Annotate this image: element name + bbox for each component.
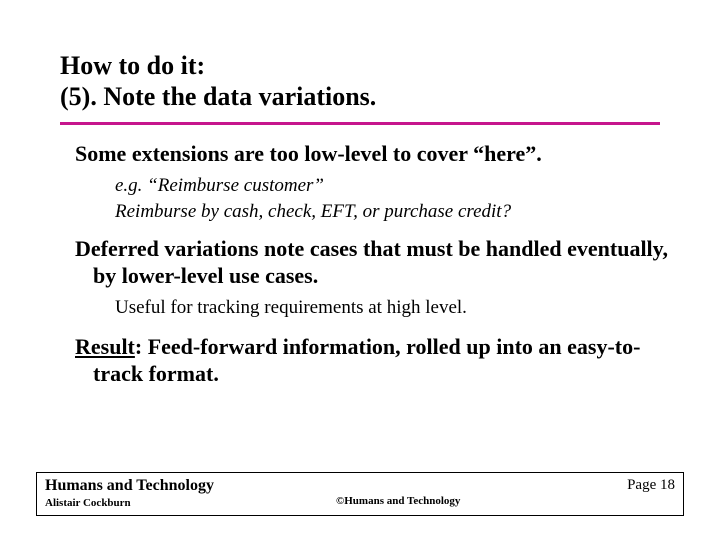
- title-divider: [60, 122, 660, 125]
- paragraph-1-sub-2: Reimburse by cash, check, EFT, or purcha…: [115, 200, 675, 225]
- paragraph-1-sub-1: e.g. “Reimburse customer”: [115, 174, 675, 199]
- paragraph-2-sub-1: Useful for tracking requirements at high…: [115, 296, 675, 321]
- title-line-1: How to do it:: [60, 50, 376, 81]
- title-line-2: (5). Note the data variations.: [60, 81, 376, 112]
- result-label: Result: [75, 334, 135, 359]
- slide-content: Some extensions are too low-level to cov…: [75, 140, 675, 394]
- slide-title: How to do it: (5). Note the data variati…: [60, 50, 376, 112]
- paragraph-1: Some extensions are too low-level to cov…: [75, 140, 675, 168]
- result-text: : Feed-forward information, rolled up in…: [93, 334, 640, 387]
- footer-copyright: ©Humans and Technology: [336, 495, 619, 509]
- footer-author: Alistair Cockburn: [45, 497, 328, 509]
- page-label: Page: [627, 477, 656, 493]
- footer-page: Page 18: [627, 477, 675, 494]
- example-text: e.g. “Reimburse customer”: [115, 175, 324, 196]
- paragraph-2: Deferred variations note cases that must…: [75, 235, 675, 290]
- slide: How to do it: (5). Note the data variati…: [0, 0, 720, 540]
- page-number: 18: [660, 477, 675, 493]
- footer: Humans and Technology Alistair Cockburn …: [36, 472, 684, 516]
- footer-left: Humans and Technology Alistair Cockburn: [45, 477, 328, 509]
- paragraph-3: Result: Feed-forward information, rolled…: [75, 333, 675, 388]
- footer-org: Humans and Technology: [45, 477, 328, 495]
